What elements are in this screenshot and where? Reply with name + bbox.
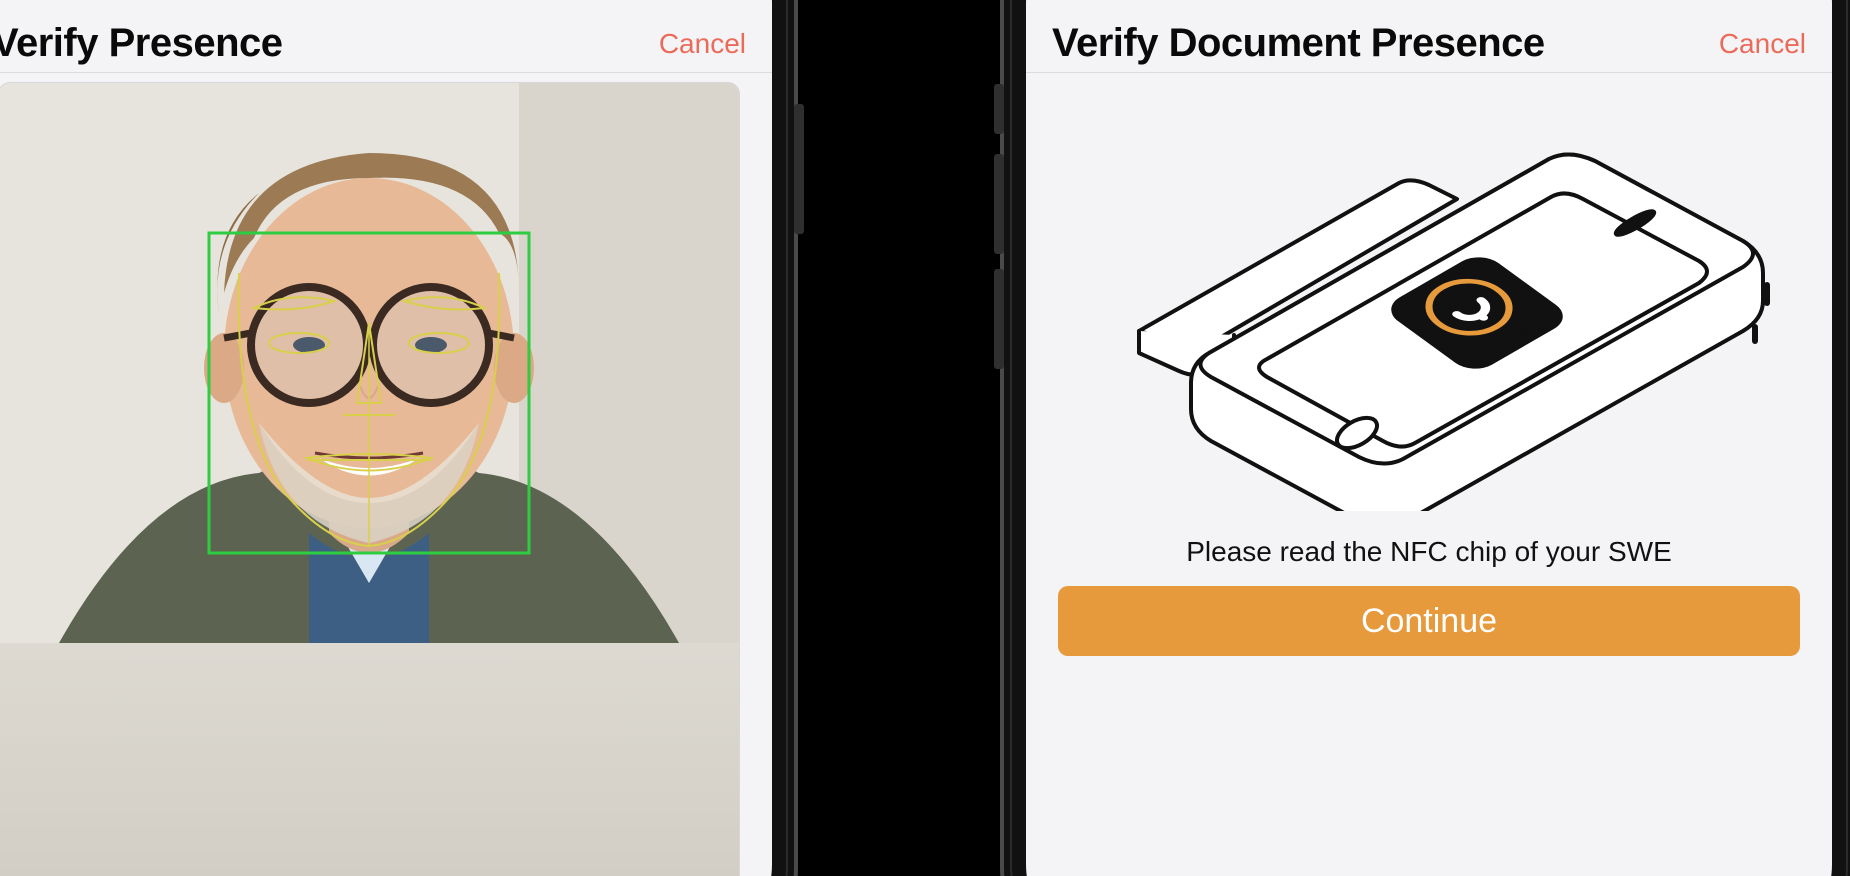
volume-down	[994, 269, 1004, 369]
instruction-text: Please read the NFC chip of your SWE	[1026, 536, 1832, 568]
page-title: Verify Document Presence	[1052, 21, 1545, 66]
power-button	[794, 104, 804, 234]
nfc-illustration: Svipe iD	[1058, 86, 1800, 516]
side-switch	[994, 84, 1004, 134]
header-divider	[0, 72, 772, 73]
phone-screen-right: Verify Document Presence Cancel	[1026, 0, 1832, 876]
cancel-button[interactable]: Cancel	[659, 28, 746, 60]
face-detection-overlay	[0, 83, 739, 643]
phone-screen-left: Verify Presence Cancel	[0, 0, 772, 876]
header-divider	[1026, 72, 1832, 73]
phone-frame-right: Verify Document Presence Cancel	[1000, 0, 1850, 876]
continue-label: Continue	[1361, 602, 1497, 641]
page-title: Verify Presence	[0, 21, 283, 66]
cancel-button[interactable]: Cancel	[1719, 28, 1806, 60]
volume-up	[994, 154, 1004, 254]
phone-frame-left: Verify Presence Cancel	[0, 0, 798, 876]
camera-preview	[0, 82, 740, 876]
continue-button[interactable]: Continue	[1058, 586, 1800, 656]
